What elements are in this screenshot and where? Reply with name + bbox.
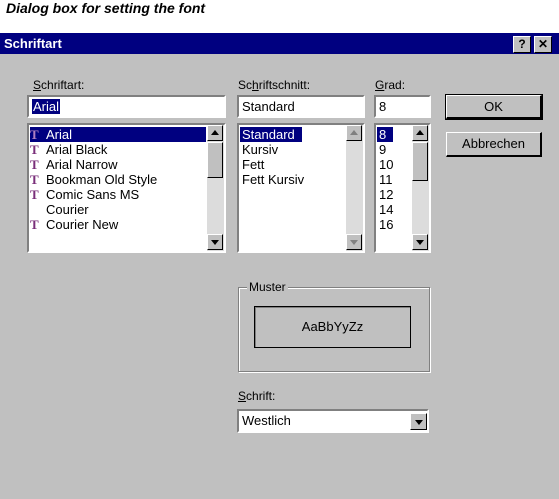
title-bar[interactable] (0, 33, 559, 54)
arrow-down-icon (350, 240, 358, 245)
size-list-item[interactable]: 11 (377, 172, 409, 187)
font-input[interactable]: Arial (27, 95, 226, 118)
font-listbox[interactable]: T Arial T Arial Black T Arial Narrow T Bookman … (27, 123, 226, 253)
size-scroll-thumb[interactable] (412, 142, 428, 181)
arrow-down-icon (211, 240, 219, 245)
truetype-icon: T (30, 217, 39, 232)
window-title: Schriftart (4, 36, 62, 51)
font-scroll-thumb[interactable] (207, 142, 223, 178)
style-list-item[interactable]: Fett Kursiv (240, 172, 342, 187)
font-scroll-up-button[interactable] (207, 125, 223, 141)
size-scroll-up-button[interactable] (412, 125, 428, 141)
close-icon: ✕ (537, 37, 549, 51)
sample-label: Muster (247, 280, 288, 294)
size-list-item[interactable]: 16 (377, 217, 409, 232)
font-list-item-label: Arial Narrow (46, 157, 118, 172)
cancel-button[interactable]: Abbrechen (446, 132, 542, 157)
help-icon: ? (518, 37, 526, 51)
size-listbox[interactable]: 8 9 10 11 12 14 16 (374, 123, 431, 253)
font-label: Schriftart: (33, 78, 85, 92)
size-list-item[interactable]: 9 (377, 142, 409, 157)
style-scrollbar (346, 125, 363, 251)
figure-caption: Dialog box for setting the font (6, 0, 206, 16)
style-listbox[interactable]: Standard Kursiv Fett Fett Kursiv (237, 123, 365, 253)
truetype-icon: T (30, 127, 39, 142)
font-list-item[interactable]: T Arial Black (30, 142, 206, 157)
size-list-item[interactable]: 8 (377, 127, 393, 142)
font-scrollbar[interactable] (207, 125, 224, 251)
size-list-item[interactable]: 14 (377, 202, 409, 217)
style-input-value: Standard (242, 99, 295, 114)
script-select[interactable]: Westlich (237, 409, 429, 433)
size-input-value: 8 (379, 99, 387, 114)
style-list-item[interactable]: Standard (240, 127, 302, 142)
size-label: Grad: (375, 78, 406, 92)
font-list-item[interactable]: T Bookman Old Style (30, 172, 206, 187)
font-list-item[interactable]: Courier (30, 202, 206, 217)
style-list-item[interactable]: Fett (240, 157, 342, 172)
chevron-down-icon (415, 420, 423, 425)
arrow-down-icon (416, 240, 424, 245)
truetype-icon: T (30, 142, 39, 157)
font-scroll-down-button[interactable] (207, 234, 223, 250)
size-input[interactable]: 8 (374, 95, 431, 118)
font-list-item-label: Arial Black (46, 142, 108, 157)
font-list-item[interactable]: T Courier New (30, 217, 206, 232)
truetype-icon: T (30, 172, 39, 187)
truetype-icon: T (30, 187, 39, 202)
script-dropdown-button[interactable] (410, 413, 427, 430)
help-button[interactable]: ? (513, 36, 531, 53)
style-scroll-down-button (346, 234, 362, 250)
size-list-item[interactable]: 10 (377, 157, 409, 172)
font-list-item[interactable]: T Arial (30, 127, 206, 142)
font-list-item-label: Comic Sans MS (46, 187, 140, 202)
sample-preview: AaBbYyZz (254, 306, 411, 348)
style-label: Schriftschnitt: (238, 78, 311, 92)
size-scrollbar[interactable] (412, 125, 429, 251)
font-input-value: Arial (32, 99, 61, 114)
font-list-item[interactable]: T Arial Narrow (30, 157, 206, 172)
script-label: Schrift: (238, 389, 276, 403)
font-list-item-label: Courier (46, 202, 89, 217)
style-scroll-up-button (346, 125, 362, 141)
font-list-item[interactable]: T Comic Sans MS (30, 187, 206, 202)
ok-button[interactable]: OK (445, 94, 543, 120)
truetype-icon: T (30, 157, 39, 172)
arrow-up-icon (350, 130, 358, 135)
style-list-item[interactable]: Kursiv (240, 142, 342, 157)
arrow-up-icon (416, 130, 424, 135)
style-input[interactable]: Standard (237, 95, 365, 118)
size-scroll-down-button[interactable] (412, 234, 428, 250)
script-select-value: Westlich (242, 413, 291, 428)
size-list-item[interactable]: 12 (377, 187, 409, 202)
font-list-item-label: Arial (46, 127, 73, 142)
arrow-up-icon (211, 130, 219, 135)
font-list-item-label: Courier New (46, 217, 119, 232)
font-list-item-label: Bookman Old Style (46, 172, 158, 187)
close-button[interactable]: ✕ (534, 36, 552, 53)
